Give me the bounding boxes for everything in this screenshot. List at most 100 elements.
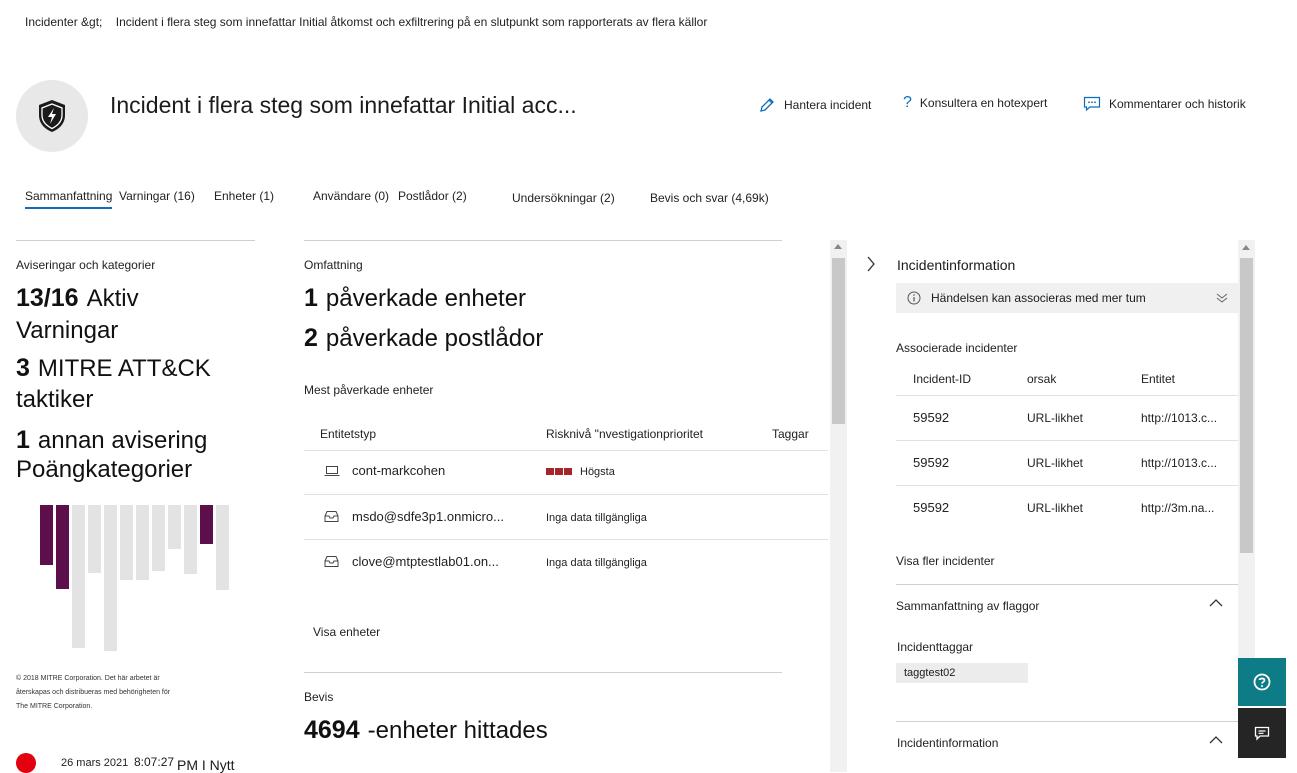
affected-devices-count: 1 påverkade enheter [304, 284, 526, 313]
chevron-up-icon[interactable] [1209, 598, 1223, 607]
incident-avatar [16, 80, 88, 152]
scroll-up-arrow-icon[interactable] [1242, 245, 1250, 250]
mitre-tactic-bar [120, 505, 133, 580]
mailbox-name[interactable]: msdo@sdfe3p1.onmicro... [352, 509, 504, 524]
mitre-copyright: © 2018 MITRE Corporation. Det här arbete… [16, 672, 196, 714]
risk-bar-3 [564, 468, 572, 475]
middle-scrollbar-thumb[interactable] [832, 258, 845, 424]
table-row[interactable]: 59592 URL-likhet http://1013.c... [896, 441, 1238, 485]
incident-id[interactable]: 59592 [913, 410, 949, 425]
other-alert-word: annan avisering [37, 427, 208, 454]
mitre-tactic-bar [72, 505, 85, 648]
comments-history-button[interactable]: Kommentarer och historik [1083, 96, 1246, 112]
other-alert-number: 1 [16, 426, 30, 454]
tab-investigations[interactable]: Undersökningar (2) [512, 191, 615, 205]
incident-reason: URL-likhet [1027, 411, 1084, 425]
tag-chip[interactable]: taggtest02 [896, 663, 1028, 683]
incident-reason: URL-likhet [1027, 501, 1084, 515]
mitre-tactic-bar [216, 505, 229, 590]
active-alerts-number: 13/16 [16, 284, 79, 312]
copyright-line-3: The MITRE Corporation. [16, 703, 93, 710]
help-icon [1253, 673, 1271, 691]
double-chevron-down-icon[interactable] [1216, 292, 1228, 304]
table-row[interactable]: cont-markcohen Högsta [304, 451, 828, 494]
tab-summary[interactable]: Sammanfattning [25, 189, 113, 209]
affected-devices-number: 1 [304, 284, 318, 312]
comments-history-label: Kommentarer och historik [1109, 97, 1246, 111]
column-entity-type[interactable]: Entitetstyp [320, 427, 376, 441]
table-row[interactable]: 59592 URL-likhet http://1013.c... [896, 396, 1238, 440]
middle-scrollbar[interactable] [830, 240, 847, 772]
consult-expert-label: Konsultera en hotexpert [919, 96, 1048, 110]
tab-devices[interactable]: Enheter (1) [214, 189, 274, 203]
middle-divider-bottom [304, 672, 782, 673]
mailbox-icon [324, 511, 339, 522]
evidence-number: 4694 [304, 716, 360, 744]
mitre-tactic-bar [168, 505, 181, 549]
mitre-tactic-bar [40, 505, 53, 565]
tab-users[interactable]: Användare (0) [313, 189, 389, 203]
column-entity[interactable]: Entitet [1141, 372, 1175, 386]
mailbox-name[interactable]: clove@mtptestlab01.on... [352, 554, 499, 569]
notice-text: Händelsen kan associeras med mer tum [931, 291, 1146, 305]
risk-level-value: Högsta [580, 466, 615, 478]
event-time: 8:07:27 [134, 755, 175, 769]
breadcrumb-root-link[interactable]: Incidenter &gt; [25, 15, 102, 29]
device-name[interactable]: cont-markcohen [352, 463, 445, 478]
evidence-count: 4694 -enheter hittades [304, 716, 548, 745]
mitre-tactics-count: 3 MITRE ATT&CK [16, 354, 211, 383]
show-more-incidents-link[interactable]: Visa fler incidenter [896, 554, 995, 568]
question-icon: ? [903, 94, 912, 111]
mitre-tactic-bar [136, 505, 149, 580]
notice-banner[interactable]: Händelsen kan associeras med mer tum [896, 283, 1238, 313]
copyright-line-2: återskapas och distribueras med behörigh… [16, 689, 171, 696]
evidence-label: -enheter hittades [367, 717, 548, 744]
tab-alerts[interactable]: Varningar (16) [119, 189, 195, 203]
mitre-tactic-bar [184, 505, 197, 574]
risk-level-value: Inga data tillgängliga [546, 512, 647, 524]
scroll-up-arrow-icon[interactable] [834, 244, 842, 249]
event-suffix: PM I Nytt [177, 757, 235, 773]
column-incident-id[interactable]: Incident-ID [913, 372, 971, 386]
table-row[interactable]: clove@mtptestlab01.on... Inga data tillg… [304, 540, 828, 584]
breadcrumb: Incidenter &gt; Incident i flera steg so… [25, 15, 707, 29]
view-devices-link[interactable]: Visa enheter [313, 625, 380, 639]
right-scrollbar-thumb[interactable] [1240, 258, 1253, 553]
affected-mailboxes-label: påverkade postlådor [325, 325, 544, 352]
incident-id[interactable]: 59592 [913, 500, 949, 515]
flags-summary-heading[interactable]: Sammanfattning av flaggor [896, 599, 1039, 613]
collapse-panel-chevron-icon[interactable] [866, 256, 876, 277]
breadcrumb-current: Incident i flera steg som innefattar Ini… [115, 15, 708, 29]
alerts-categories-heading: Aviseringar och kategorier [16, 258, 156, 272]
right-divider-1 [896, 584, 1238, 585]
incident-info-section-heading[interactable]: Incidentinformation [897, 736, 998, 750]
incident-entity[interactable]: http://1013.c... [1141, 456, 1217, 470]
incident-id[interactable]: 59592 [913, 455, 949, 470]
incident-tags-heading: Incidenttaggar [897, 640, 974, 654]
tab-mailboxes[interactable]: Postlådor (2) [398, 189, 467, 203]
column-reason[interactable]: orsak [1027, 372, 1056, 386]
incident-entity[interactable]: http://3m.na... [1141, 501, 1214, 515]
mitre-tactic-bar [88, 505, 101, 573]
table-row[interactable]: 59592 URL-likhet http://3m.na... [896, 486, 1238, 530]
scope-heading: Omfattning [304, 258, 363, 272]
incident-entity[interactable]: http://1013.c... [1141, 411, 1217, 425]
mitre-tactic-bar [152, 505, 165, 571]
chat-icon [1254, 726, 1270, 741]
most-affected-heading: Mest påverkade enheter [304, 383, 434, 397]
column-risk-level[interactable]: Risknivå "nvestigationprioritet [546, 427, 703, 441]
help-button[interactable] [1238, 658, 1286, 706]
manage-incident-button[interactable]: Hantera incident [758, 96, 871, 114]
pencil-icon [760, 98, 774, 112]
tab-evidence-response[interactable]: Bevis och svar (4,69k) [650, 191, 769, 205]
right-divider-2 [896, 721, 1238, 722]
info-icon [907, 291, 921, 305]
column-tags[interactable]: Taggar [772, 427, 809, 441]
consult-expert-button[interactable]: ? Konsultera en hotexpert [903, 94, 1047, 112]
right-scrollbar[interactable] [1238, 240, 1255, 660]
mailbox-icon [324, 556, 339, 567]
affected-mailboxes-count: 2 påverkade postlådor [304, 324, 543, 353]
feedback-button[interactable] [1238, 708, 1286, 758]
table-row[interactable]: msdo@sdfe3p1.onmicro... Inga data tillgä… [304, 495, 828, 539]
chevron-up-icon[interactable] [1209, 735, 1223, 744]
